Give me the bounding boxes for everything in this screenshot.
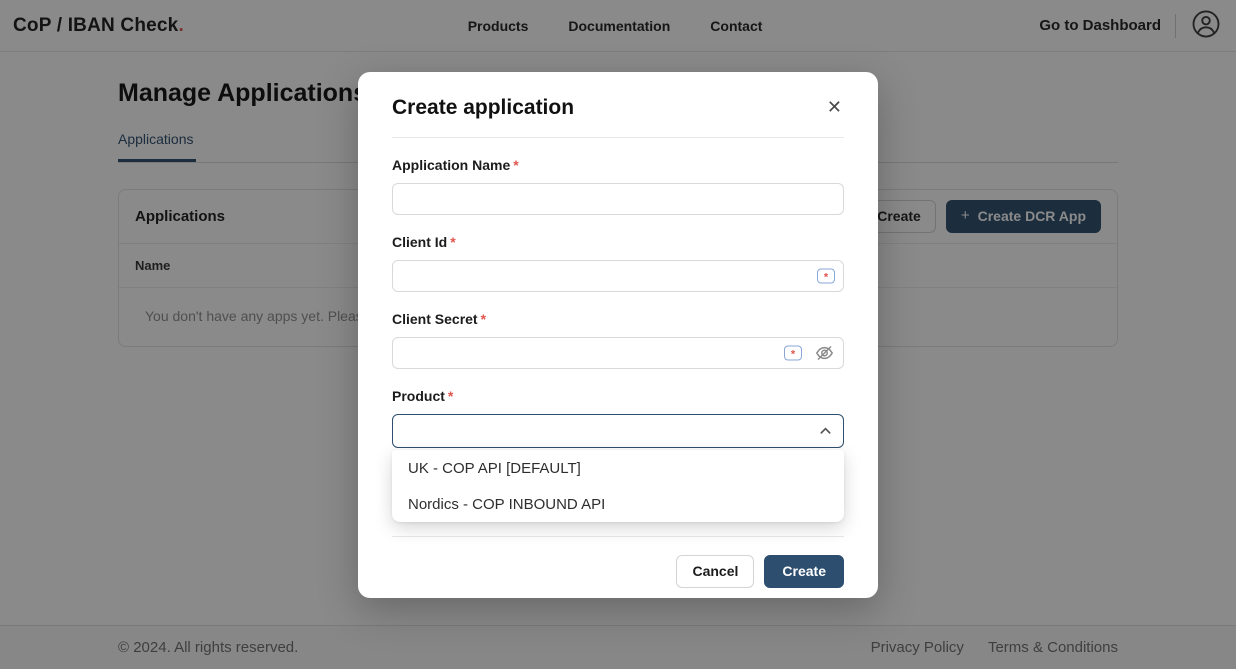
modal-header: Create application ✕ [392, 96, 844, 120]
client-secret-field-group: Client Secret* * [392, 311, 844, 369]
required-asterisk: * [450, 234, 455, 250]
required-asterisk: * [513, 157, 518, 173]
label-text: Client Id [392, 234, 447, 250]
application-name-field-group: Application Name* [392, 157, 844, 215]
required-asterisk: * [481, 311, 486, 327]
autofill-extension-icon[interactable]: * [784, 346, 802, 361]
product-select[interactable] [392, 414, 844, 448]
client-secret-input[interactable] [392, 337, 844, 369]
modal-title: Create application [392, 96, 574, 120]
modal-footer: Cancel Create [392, 555, 844, 588]
cancel-button[interactable]: Cancel [676, 555, 754, 588]
modal-create-button[interactable]: Create [764, 555, 844, 588]
application-name-label: Application Name* [392, 157, 519, 173]
application-name-input[interactable] [392, 183, 844, 215]
client-secret-label: Client Secret* [392, 311, 486, 327]
client-id-input[interactable] [392, 260, 844, 292]
chevron-up-icon[interactable] [818, 424, 833, 439]
product-field-group: Product* UK - COP API [DEFAULT] Nordics … [392, 388, 844, 448]
product-option-uk-cop-api[interactable]: UK - COP API [DEFAULT] [392, 450, 844, 486]
modal-title-divider [392, 137, 844, 138]
client-id-field-group: Client Id* * [392, 234, 844, 292]
create-application-modal: Create application ✕ Application Name* C… [358, 72, 878, 598]
client-id-label: Client Id* [392, 234, 456, 250]
label-text: Product [392, 388, 445, 404]
eye-off-icon[interactable] [814, 343, 835, 364]
required-asterisk: * [448, 388, 453, 404]
autofill-extension-icon[interactable]: * [817, 269, 835, 284]
modal-footer-divider [392, 536, 844, 537]
close-icon[interactable]: ✕ [825, 96, 844, 118]
product-option-nordics-cop-inbound-api[interactable]: Nordics - COP INBOUND API [392, 486, 844, 522]
product-label: Product* [392, 388, 453, 404]
label-text: Client Secret [392, 311, 478, 327]
label-text: Application Name [392, 157, 510, 173]
product-options-listbox: UK - COP API [DEFAULT] Nordics - COP INB… [392, 450, 844, 522]
